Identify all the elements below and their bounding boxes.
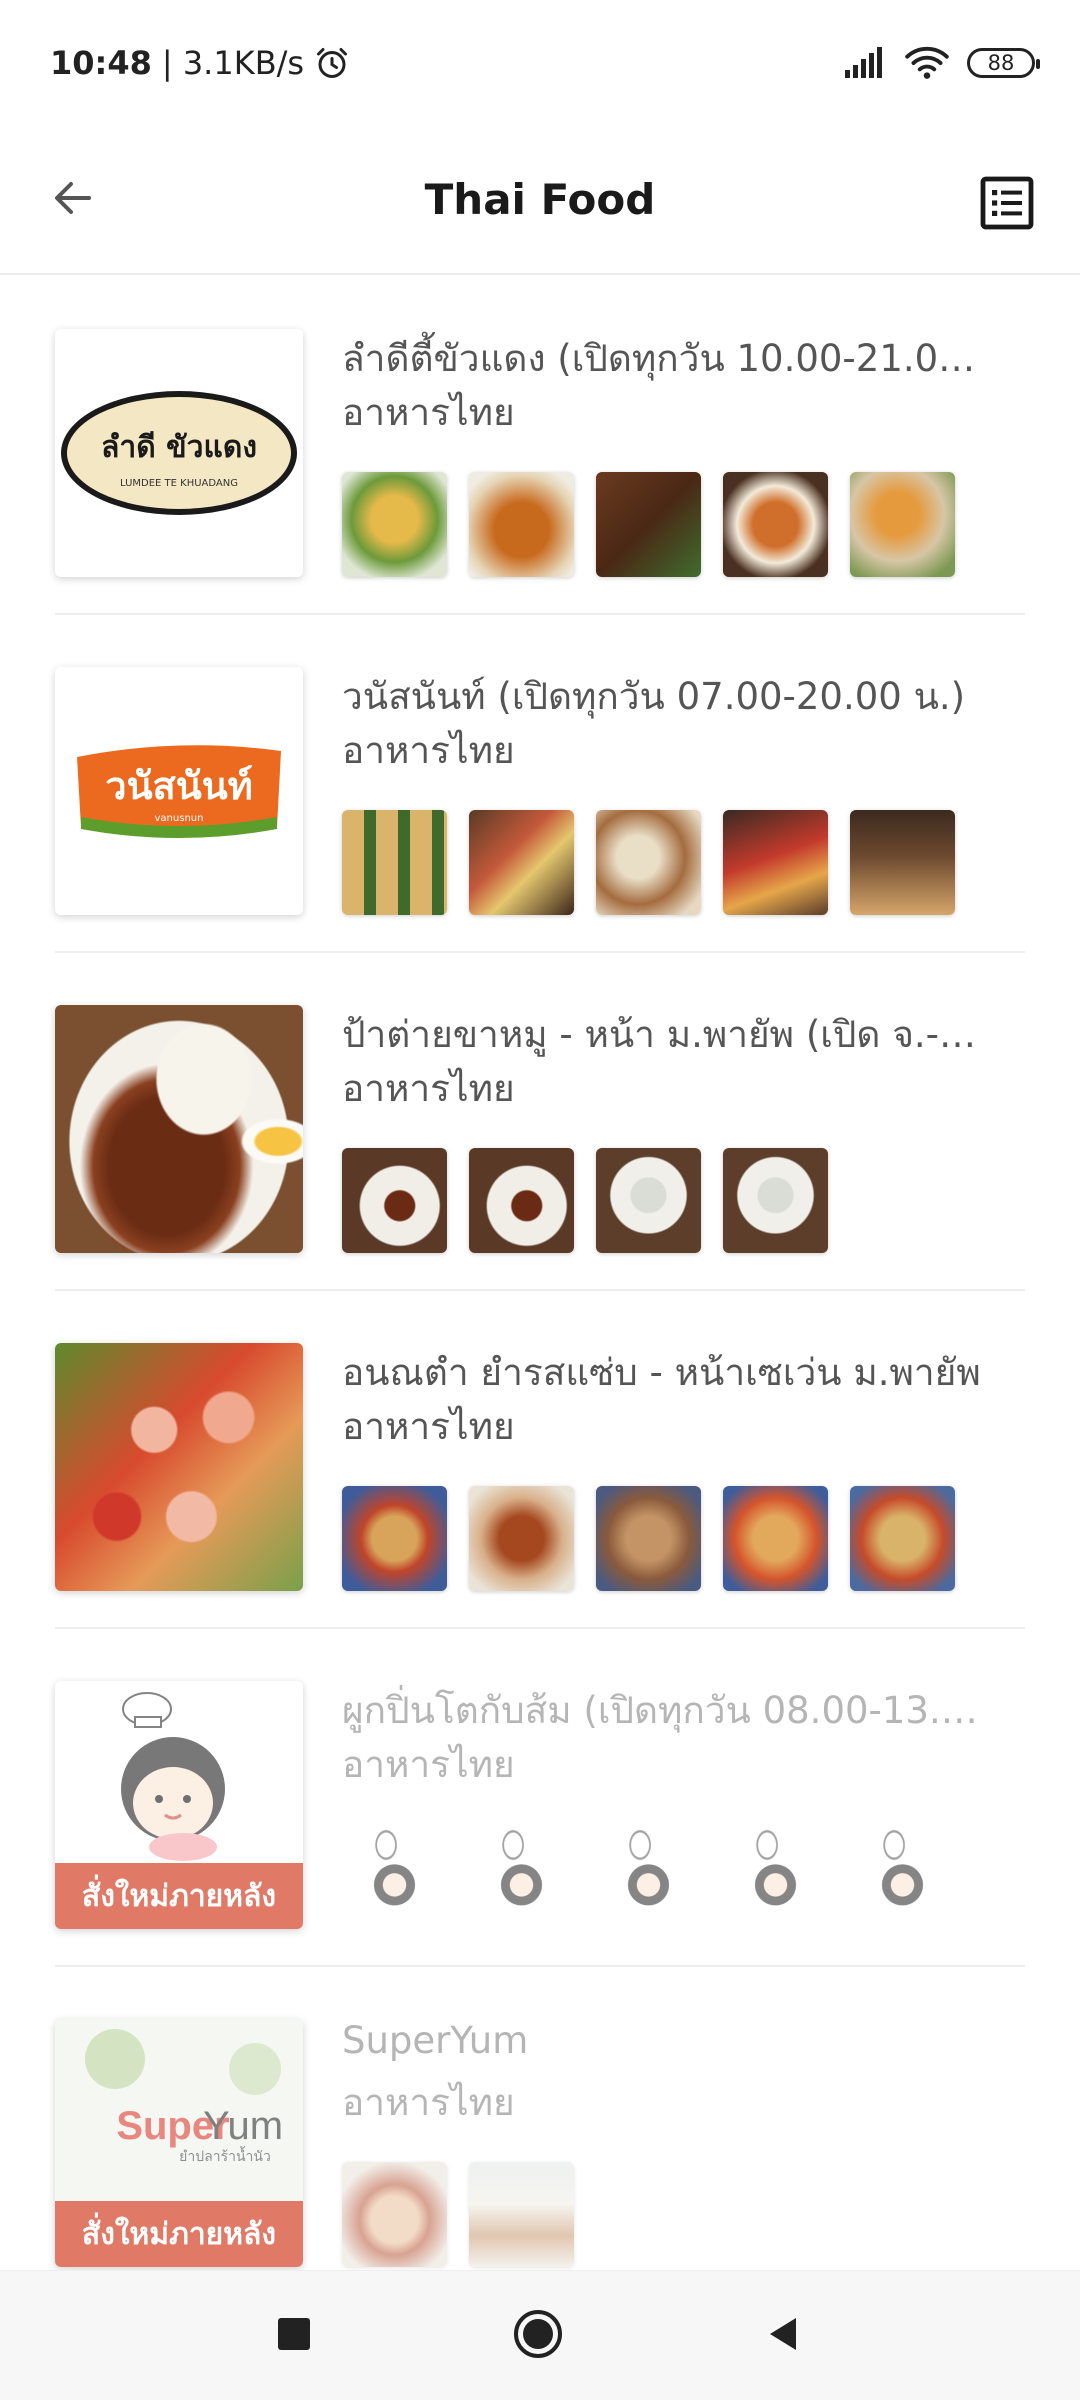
store-photo[interactable] [342,2162,447,2267]
order-later-tag: สั่งใหม่ภายหลัง [55,2201,303,2267]
store-photo-strip [342,472,955,577]
home-button[interactable] [512,2308,564,2364]
store-name: อนณตำ ยำรสแซ่บ - หน้าเซเว่น ม.พายัพ [342,1351,981,1394]
store-category: อาหารไทย [342,1405,515,1448]
store-photo[interactable] [469,810,574,915]
store-name: ผูกปิ่นโตกับส้ม (เปิดทุกวัน 08.00-13.00 … [342,1689,982,1732]
store-item[interactable]: วนัสนันท์ vanusnun วนัสนันท์ (เปิดทุกวัน… [55,615,1025,953]
store-item[interactable]: อนณตำ ยำรสแซ่บ - หน้าเซเว่น ม.พายัพ อาหา… [55,1291,1025,1629]
status-right: 88 [843,45,1040,81]
status-left: 10:48 | 3.1KB/s [50,44,350,82]
arrow-left-icon [55,182,91,214]
page-title: Thai Food [424,174,656,224]
store-category: อาหารไทย [342,729,515,772]
store-photo[interactable] [723,1824,828,1929]
circle-home-icon [514,2309,562,2358]
cellular-signal-icon [845,46,882,78]
store-name: ป้าต่ายขาหมู - หน้า ม.พายัพ (เปิด จ.-ส.) [342,1013,982,1056]
alarm-clock-icon [317,47,348,78]
store-photo[interactable] [850,1824,955,1929]
store-item[interactable]: สั่งใหม่ภายหลัง ผูกปิ่นโตกับส้ม (เปิดทุก… [55,1629,1025,1967]
store-name: SuperYum [342,2019,529,2062]
triangle-back-icon [770,2317,796,2350]
store-logo-subtext: ยำปลาร้าน้ำนัว [179,2146,271,2165]
store-photo[interactable] [596,810,701,915]
store-photo[interactable] [596,1148,701,1253]
store-photo[interactable] [342,1486,447,1591]
store-photo[interactable] [469,1486,574,1591]
store-photo[interactable] [469,1148,574,1253]
store-photo[interactable] [469,2162,574,2267]
store-item[interactable]: Super Yum ยำปลาร้าน้ำนัว สั่งใหม่ภายหลัง… [55,1967,1025,2270]
square-recents-icon [278,2317,310,2350]
store-photo[interactable] [469,1824,574,1929]
store-logo-subtext: LUMDEE TE KHUADANG [120,478,238,489]
store-logo-text: วนัสนันท์ [105,764,253,808]
store-image [55,1343,303,1591]
store-photo[interactable] [596,472,701,577]
store-photo-strip [342,2162,574,2267]
store-photo[interactable] [723,1148,828,1253]
store-item[interactable]: ป้าต่ายขาหมู - หน้า ม.พายัพ (เปิด จ.-ส.)… [55,953,1025,1291]
store-logo: สั่งใหม่ภายหลัง [55,1681,303,1929]
store-photo[interactable] [723,1486,828,1591]
store-photo[interactable] [469,472,574,577]
order-later-tag: สั่งใหม่ภายหลัง [55,1863,303,1929]
list-view-button[interactable] [979,175,1035,231]
store-image [55,1005,303,1253]
store-photo[interactable] [342,1148,447,1253]
store-photo-strip [342,1486,955,1591]
store-photo-strip [342,1824,955,1929]
store-logo: Super Yum ยำปลาร้าน้ำนัว สั่งใหม่ภายหลัง [55,2019,303,2267]
battery-indicator: 88 [967,47,1040,78]
store-photo[interactable] [342,1824,447,1929]
wifi-icon [905,46,949,79]
store-photo-strip [342,810,955,915]
store-photo[interactable] [342,810,447,915]
back-button[interactable] [45,170,101,226]
store-photo[interactable] [596,1486,701,1591]
system-back-button[interactable] [764,2314,804,2358]
store-category: อาหารไทย [342,1743,515,1786]
store-photo[interactable] [850,1486,955,1591]
recents-button[interactable] [276,2316,312,2356]
store-photo[interactable] [723,472,828,577]
app-header: Thai Food [0,125,1080,275]
store-photo[interactable] [723,810,828,915]
store-list[interactable]: ลำดี ขัวแดง LUMDEE TE KHUADANG ลำดีตี้ขั… [0,277,1080,2270]
list-view-icon [980,176,1034,230]
battery-level: 88 [987,50,1015,75]
status-network-speed: | 3.1KB/s [161,43,305,82]
store-category: อาหารไทย [342,1067,515,1110]
store-photo-strip [342,1148,828,1253]
store-photo[interactable] [342,472,447,577]
store-logo-text-2: Yum [203,2104,283,2148]
store-item[interactable]: ลำดี ขัวแดง LUMDEE TE KHUADANG ลำดีตี้ขั… [55,277,1025,615]
status-bar: 10:48 | 3.1KB/s 88 [0,0,1080,125]
store-photo[interactable] [596,1824,701,1929]
store-photo[interactable] [850,472,955,577]
store-name: วนัสนันท์ (เปิดทุกวัน 07.00-20.00 น.) [342,675,966,718]
store-logo: ลำดี ขัวแดง LUMDEE TE KHUADANG [55,329,303,577]
system-nav-bar [0,2270,1080,2400]
store-category: อาหารไทย [342,391,515,434]
status-time: 10:48 [50,43,152,82]
store-logo-subtext: vanusnun [155,813,204,824]
store-photo[interactable] [850,810,955,915]
store-name: ลำดีตี้ขัวแดง (เปิดทุกวัน 10.00-21.00 น.… [342,337,982,380]
store-logo: วนัสนันท์ vanusnun [55,667,303,915]
store-logo-text: ลำดี ขัวแดง [101,430,257,465]
store-category: อาหารไทย [342,2081,515,2124]
